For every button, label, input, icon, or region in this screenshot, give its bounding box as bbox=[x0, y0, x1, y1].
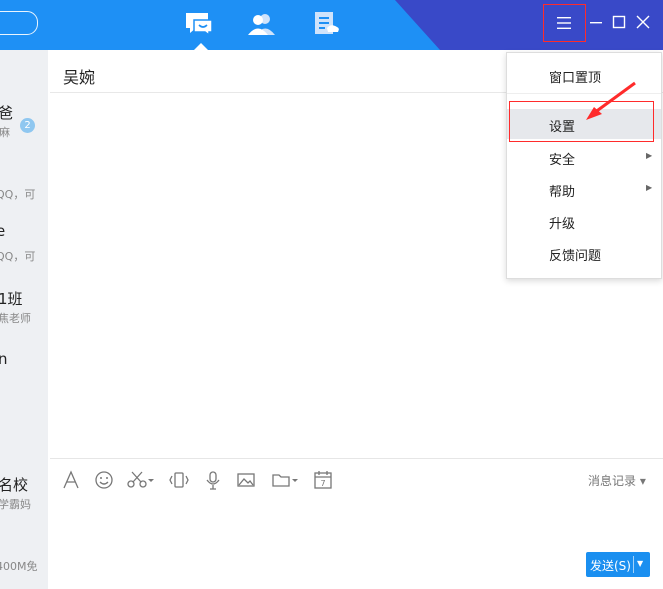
send-label: 发送(S) bbox=[590, 559, 631, 573]
hamburger-icon bbox=[557, 17, 571, 29]
message-history-button[interactable]: 消息记录 ▾ bbox=[588, 472, 646, 489]
menu-item-label: 升级 bbox=[549, 217, 576, 232]
close-icon[interactable] bbox=[635, 14, 651, 30]
title-bar bbox=[0, 0, 663, 50]
contact-list: 爸 麻 2 QQ，可 e QQ，可 1班 焦老师 n 名校 学霸妈 400M免 bbox=[0, 50, 48, 589]
calendar-day: 7 bbox=[320, 479, 325, 488]
main-menu-button[interactable] bbox=[543, 4, 586, 42]
emoji-icon[interactable] bbox=[94, 470, 114, 490]
toolbar-divider bbox=[50, 458, 663, 459]
font-icon[interactable] bbox=[61, 470, 81, 490]
contact-name: n bbox=[0, 350, 8, 368]
contact-name: 1班 bbox=[0, 290, 23, 308]
send-divider bbox=[633, 556, 634, 573]
annotation-arrow-icon bbox=[586, 81, 636, 120]
contact-name: 爸 bbox=[0, 104, 14, 122]
image-icon[interactable] bbox=[236, 470, 256, 490]
contact-preview: 麻 bbox=[0, 126, 10, 139]
maximize-icon[interactable] bbox=[611, 14, 627, 30]
contact-preview: QQ，可 bbox=[0, 250, 36, 263]
contact-preview: 400M免 bbox=[0, 560, 38, 573]
active-tab-indicator bbox=[194, 43, 208, 50]
menu-item-security[interactable]: 安全 ▶ bbox=[507, 142, 661, 172]
menu-item-help[interactable]: 帮助 ▶ bbox=[507, 174, 661, 204]
folder-icon[interactable] bbox=[271, 470, 299, 490]
calendar-icon[interactable]: 7 bbox=[313, 470, 333, 490]
space-tab-icon[interactable] bbox=[312, 11, 342, 37]
submenu-arrow-icon: ▶ bbox=[646, 183, 653, 192]
menu-item-feedback[interactable]: 反馈问题 bbox=[507, 238, 661, 268]
contact-name: 名校 bbox=[0, 476, 29, 494]
send-button[interactable]: 发送(S) ▼ bbox=[586, 552, 650, 577]
menu-item-label: 反馈问题 bbox=[549, 249, 602, 264]
minimize-icon[interactable] bbox=[588, 14, 604, 30]
messages-tab-icon[interactable] bbox=[184, 11, 214, 37]
chat-contact-name: 吴婉 bbox=[63, 68, 96, 87]
unread-badge: 2 bbox=[20, 118, 35, 133]
microphone-icon[interactable] bbox=[203, 470, 223, 490]
menu-item-label: 帮助 bbox=[549, 185, 576, 200]
search-box[interactable] bbox=[0, 11, 38, 35]
scissors-icon[interactable] bbox=[127, 470, 155, 490]
contacts-tab-icon[interactable] bbox=[247, 11, 277, 37]
submenu-arrow-icon: ▶ bbox=[646, 151, 653, 160]
contact-preview: QQ，可 bbox=[0, 188, 36, 201]
contact-preview: 焦老师 bbox=[0, 312, 31, 325]
shake-icon[interactable] bbox=[169, 470, 189, 490]
contact-name: e bbox=[0, 222, 6, 240]
contact-preview: 学霸妈 bbox=[0, 498, 31, 511]
menu-item-label: 安全 bbox=[549, 153, 576, 168]
chevron-down-icon[interactable]: ▼ bbox=[637, 559, 643, 568]
menu-item-upgrade[interactable]: 升级 bbox=[507, 206, 661, 236]
